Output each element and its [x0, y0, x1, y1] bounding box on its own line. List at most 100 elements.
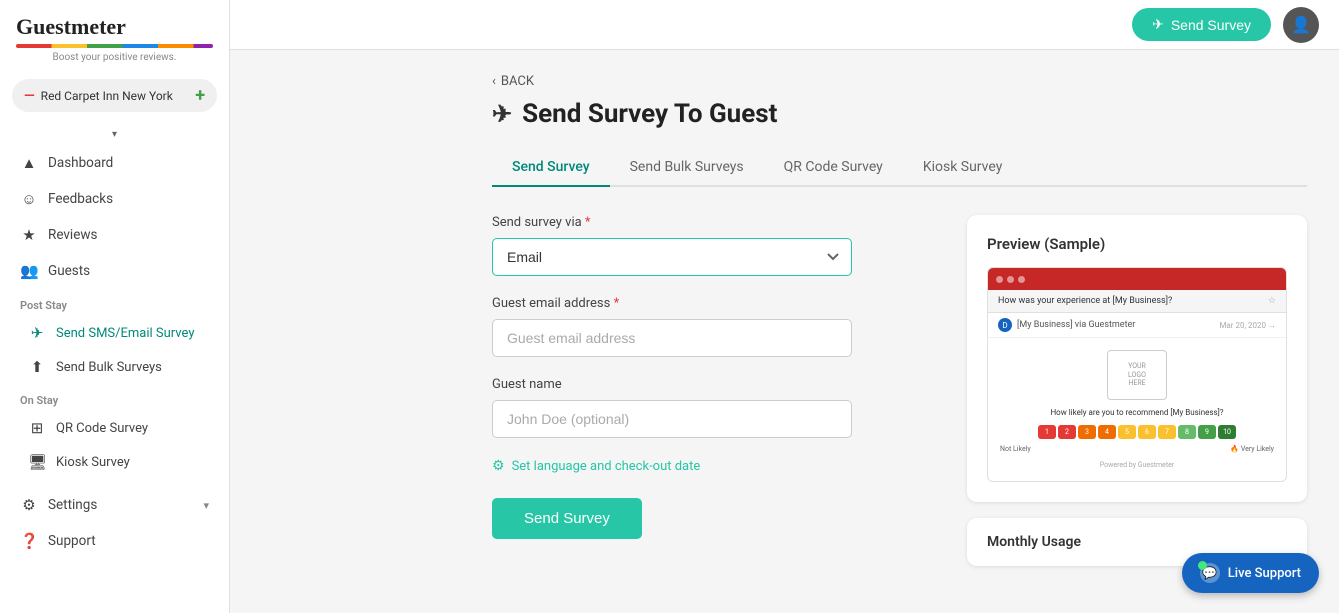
nps-btn-9: 9 — [1198, 425, 1216, 439]
sidebar-item-label: Reviews — [48, 227, 98, 243]
sidebar-item-guests[interactable]: 👥 Guests — [0, 253, 229, 289]
back-label: BACK — [501, 74, 534, 89]
add-icon: + — [195, 85, 205, 106]
form-preview-grid: Send survey via * Email SMS Guest email … — [492, 215, 1307, 566]
nps-btn-2: 2 — [1058, 425, 1076, 439]
from-avatar: D — [998, 318, 1012, 332]
send-survey-top-label: Send Survey — [1171, 17, 1251, 33]
guest-name-input[interactable] — [492, 400, 852, 438]
logo-area: Guestmeter Boost your positive reviews. — [0, 0, 229, 75]
required-star: * — [585, 215, 591, 230]
qr-code-icon: ⊞ — [28, 419, 46, 437]
tab-kiosk-survey[interactable]: Kiosk Survey — [903, 149, 1023, 187]
required-star-email: * — [614, 296, 620, 311]
sidebar-item-label: Guests — [48, 263, 90, 279]
guest-name-group: Guest name — [492, 377, 943, 438]
set-language-label: Set language and check-out date — [512, 459, 701, 474]
form-section: Send survey via * Email SMS Guest email … — [492, 215, 943, 539]
send-via-select[interactable]: Email SMS — [492, 238, 852, 276]
logo-placeholder: YOURLOGOHERE — [1107, 350, 1167, 400]
back-chevron-icon: ‹ — [492, 74, 496, 89]
sidebar-item-send-bulk[interactable]: ⬆ Send Bulk Surveys — [0, 350, 229, 384]
sidebar-item-settings[interactable]: ⚙ Settings ▾ — [0, 487, 229, 523]
nps-btn-8: 8 — [1178, 425, 1196, 439]
dashboard-icon: ▲ — [20, 154, 38, 172]
email-btn-2 — [1007, 276, 1014, 283]
live-support-button[interactable]: 💬 Live Support — [1182, 553, 1319, 593]
star-icon: ☆ — [1268, 296, 1276, 306]
sidebar-item-label: Settings — [48, 497, 97, 513]
logo-bar — [16, 44, 213, 48]
back-link[interactable]: ‹ BACK — [492, 74, 1307, 89]
email-subject: How was your experience at [My Business]… — [988, 290, 1286, 313]
sidebar-item-dashboard[interactable]: ▲ Dashboard — [0, 145, 229, 181]
send-sms-email-icon: ✈ — [28, 324, 46, 342]
sidebar-item-support[interactable]: ❓ Support — [0, 523, 229, 559]
sidebar-item-label: Feedbacks — [48, 191, 113, 207]
send-via-label: Send survey via * — [492, 215, 943, 230]
live-dot — [1198, 561, 1207, 570]
preview-title: Preview (Sample) — [987, 235, 1287, 253]
email-group: Guest email address * — [492, 296, 943, 357]
send-via-group: Send survey via * Email SMS — [492, 215, 943, 276]
nps-btn-1: 1 — [1038, 425, 1056, 439]
from-name: [My Business] via Guestmeter — [1017, 320, 1135, 330]
set-language-link[interactable]: ⚙ Set language and check-out date — [492, 458, 943, 474]
user-avatar[interactable]: 👤 — [1283, 7, 1319, 43]
tab-send-bulk-surveys[interactable]: Send Bulk Surveys — [610, 149, 764, 187]
tab-qr-code-survey[interactable]: QR Code Survey — [764, 149, 903, 187]
support-icon: ❓ — [20, 532, 38, 550]
sidebar-sub-label: Send Bulk Surveys — [56, 360, 162, 375]
send-survey-button[interactable]: Send Survey — [492, 498, 642, 539]
user-icon: 👤 — [1291, 15, 1311, 34]
nps-btn-10: 10 — [1218, 425, 1236, 439]
location-selector[interactable]: — Red Carpet Inn New York + — [12, 79, 217, 112]
reviews-icon: ★ — [20, 226, 38, 244]
email-btn-1 — [996, 276, 1003, 283]
sidebar: Guestmeter Boost your positive reviews. … — [0, 0, 230, 613]
nps-btn-5: 5 — [1118, 425, 1136, 439]
nps-btn-4: 4 — [1098, 425, 1116, 439]
sidebar-item-feedbacks[interactable]: ☺ Feedbacks — [0, 181, 229, 217]
nps-btn-7: 7 — [1158, 425, 1176, 439]
send-bulk-icon: ⬆ — [28, 358, 46, 376]
chat-bubble-icon: 💬 — [1200, 563, 1220, 583]
email-body: YOURLOGOHERE How likely are you to recom… — [988, 338, 1286, 481]
email-from-line: D [My Business] via Guestmeter Mar 20, 2… — [988, 313, 1286, 338]
topbar-send-survey-button[interactable]: ✈ Send Survey — [1132, 8, 1271, 41]
email-btn-3 — [1018, 276, 1025, 283]
email-time: Mar 20, 2020 → — [1219, 321, 1276, 330]
preview-column: Preview (Sample) How was your experience… — [967, 215, 1307, 566]
brand-tagline: Boost your positive reviews. — [16, 52, 213, 63]
page-title-area: ✈ Send Survey To Guest — [492, 99, 1307, 129]
tab-send-survey[interactable]: Send Survey — [492, 149, 610, 187]
on-stay-section-label: On Stay — [0, 384, 229, 411]
very-likely-label: 🔥 Very Likely — [1230, 445, 1274, 453]
nps-labels: Not Likely 🔥 Very Likely — [998, 445, 1276, 453]
guests-icon: 👥 — [20, 262, 38, 280]
kiosk-icon: 🖥 — [28, 453, 46, 471]
page-title-icon: ✈ — [492, 100, 512, 128]
location-name: Red Carpet Inn New York — [41, 89, 173, 103]
sidebar-sub-label: QR Code Survey — [56, 421, 148, 436]
guest-name-label: Guest name — [492, 377, 943, 392]
nps-btn-3: 3 — [1078, 425, 1096, 439]
post-stay-section-label: Post Stay — [0, 289, 229, 316]
settings-chevron-icon: ▾ — [203, 499, 209, 512]
minus-icon: — — [24, 88, 35, 104]
sidebar-sub-label: Kiosk Survey — [56, 455, 130, 470]
feedbacks-icon: ☺ — [20, 190, 38, 208]
page-title: Send Survey To Guest — [522, 99, 777, 129]
sidebar-item-kiosk[interactable]: 🖥 Kiosk Survey — [0, 445, 229, 479]
preview-card: Preview (Sample) How was your experience… — [967, 215, 1307, 502]
email-input[interactable] — [492, 319, 852, 357]
email-preview-mock: How was your experience at [My Business]… — [987, 267, 1287, 482]
gear-icon: ⚙ — [492, 458, 505, 474]
sidebar-item-send-sms-email[interactable]: ✈ Send SMS/Email Survey — [0, 316, 229, 350]
email-header-bar — [988, 268, 1286, 290]
location-chevron-icon: ▾ — [112, 129, 117, 140]
sidebar-item-qr-code[interactable]: ⊞ QR Code Survey — [0, 411, 229, 445]
sidebar-item-reviews[interactable]: ★ Reviews — [0, 217, 229, 253]
monthly-usage-title: Monthly Usage — [987, 534, 1287, 550]
sidebar-item-label: Dashboard — [48, 155, 113, 171]
